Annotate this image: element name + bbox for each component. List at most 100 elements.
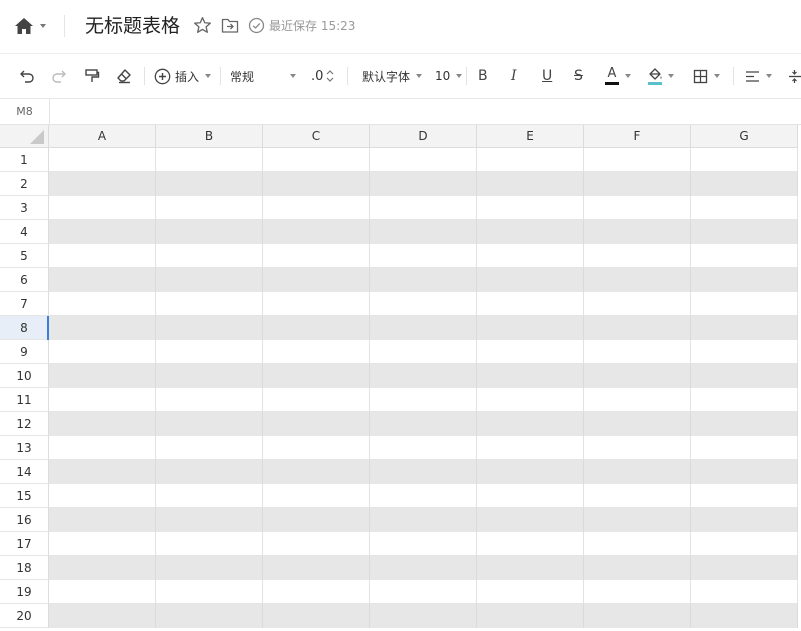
cell-a10[interactable] xyxy=(49,364,156,388)
cell-g19[interactable] xyxy=(691,580,798,604)
cell-g17[interactable] xyxy=(691,532,798,556)
clear-format-button[interactable] xyxy=(116,54,132,98)
cell-d10[interactable] xyxy=(370,364,477,388)
cell-a19[interactable] xyxy=(49,580,156,604)
cell-c9[interactable] xyxy=(263,340,370,364)
cell-b11[interactable] xyxy=(156,388,263,412)
cell-f20[interactable] xyxy=(584,604,691,628)
row-header-7[interactable]: 7 xyxy=(0,292,49,316)
cell-b16[interactable] xyxy=(156,508,263,532)
cell-g4[interactable] xyxy=(691,220,798,244)
row-header-11[interactable]: 11 xyxy=(0,388,49,412)
cell-b5[interactable] xyxy=(156,244,263,268)
cell-b7[interactable] xyxy=(156,292,263,316)
cell-g8[interactable] xyxy=(691,316,798,340)
cell-a15[interactable] xyxy=(49,484,156,508)
font-size-select[interactable]: 10 xyxy=(435,54,463,98)
cell-b9[interactable] xyxy=(156,340,263,364)
cell-c3[interactable] xyxy=(263,196,370,220)
cell-c18[interactable] xyxy=(263,556,370,580)
cell-e7[interactable] xyxy=(477,292,584,316)
cell-d4[interactable] xyxy=(370,220,477,244)
cell-a14[interactable] xyxy=(49,460,156,484)
cell-d2[interactable] xyxy=(370,172,477,196)
cell-e18[interactable] xyxy=(477,556,584,580)
cell-a4[interactable] xyxy=(49,220,156,244)
cell-b6[interactable] xyxy=(156,268,263,292)
document-title[interactable]: 无标题表格 xyxy=(85,13,180,39)
number-format-select[interactable]: 常规 xyxy=(230,54,296,98)
cell-f2[interactable] xyxy=(584,172,691,196)
cell-e4[interactable] xyxy=(477,220,584,244)
cell-d19[interactable] xyxy=(370,580,477,604)
redo-button[interactable] xyxy=(51,54,67,98)
column-header-e[interactable]: E xyxy=(477,125,584,148)
cell-g1[interactable] xyxy=(691,148,798,172)
cell-d8[interactable] xyxy=(370,316,477,340)
cell-b3[interactable] xyxy=(156,196,263,220)
cell-b19[interactable] xyxy=(156,580,263,604)
row-header-17[interactable]: 17 xyxy=(0,532,49,556)
cell-c1[interactable] xyxy=(263,148,370,172)
column-header-a[interactable]: A xyxy=(49,125,156,148)
row-header-14[interactable]: 14 xyxy=(0,460,49,484)
italic-button[interactable]: I xyxy=(511,54,517,98)
cell-c16[interactable] xyxy=(263,508,370,532)
cell-d16[interactable] xyxy=(370,508,477,532)
cell-reference-box[interactable]: M8 xyxy=(0,99,50,124)
row-header-15[interactable]: 15 xyxy=(0,484,49,508)
cell-f11[interactable] xyxy=(584,388,691,412)
cell-c5[interactable] xyxy=(263,244,370,268)
cell-f8[interactable] xyxy=(584,316,691,340)
row-header-18[interactable]: 18 xyxy=(0,556,49,580)
vertical-align-button[interactable] xyxy=(788,54,801,98)
row-header-6[interactable]: 6 xyxy=(0,268,49,292)
row-header-8[interactable]: 8 xyxy=(0,316,49,340)
cell-e1[interactable] xyxy=(477,148,584,172)
row-header-9[interactable]: 9 xyxy=(0,340,49,364)
cell-c10[interactable] xyxy=(263,364,370,388)
cell-a11[interactable] xyxy=(49,388,156,412)
cell-b18[interactable] xyxy=(156,556,263,580)
cell-a20[interactable] xyxy=(49,604,156,628)
font-family-select[interactable]: 默认字体 xyxy=(362,54,423,98)
cell-g13[interactable] xyxy=(691,436,798,460)
column-header-d[interactable]: D xyxy=(370,125,477,148)
cell-d3[interactable] xyxy=(370,196,477,220)
cell-e11[interactable] xyxy=(477,388,584,412)
row-header-2[interactable]: 2 xyxy=(0,172,49,196)
cell-e13[interactable] xyxy=(477,436,584,460)
row-header-13[interactable]: 13 xyxy=(0,436,49,460)
cell-b1[interactable] xyxy=(156,148,263,172)
home-menu-button[interactable] xyxy=(14,14,52,38)
cell-d5[interactable] xyxy=(370,244,477,268)
cell-e2[interactable] xyxy=(477,172,584,196)
cell-f5[interactable] xyxy=(584,244,691,268)
cell-e19[interactable] xyxy=(477,580,584,604)
cell-f19[interactable] xyxy=(584,580,691,604)
cell-e6[interactable] xyxy=(477,268,584,292)
row-header-4[interactable]: 4 xyxy=(0,220,49,244)
move-to-folder-icon[interactable] xyxy=(221,17,239,38)
cell-c20[interactable] xyxy=(263,604,370,628)
cell-b15[interactable] xyxy=(156,484,263,508)
cell-b20[interactable] xyxy=(156,604,263,628)
cell-a16[interactable] xyxy=(49,508,156,532)
row-header-12[interactable]: 12 xyxy=(0,412,49,436)
row-header-19[interactable]: 19 xyxy=(0,580,49,604)
cell-b8[interactable] xyxy=(156,316,263,340)
cell-b13[interactable] xyxy=(156,436,263,460)
row-header-16[interactable]: 16 xyxy=(0,508,49,532)
cell-a1[interactable] xyxy=(49,148,156,172)
cell-g20[interactable] xyxy=(691,604,798,628)
cell-d20[interactable] xyxy=(370,604,477,628)
cell-c15[interactable] xyxy=(263,484,370,508)
strikethrough-button[interactable]: S xyxy=(574,54,583,98)
column-header-f[interactable]: F xyxy=(584,125,691,148)
cell-f9[interactable] xyxy=(584,340,691,364)
cell-e12[interactable] xyxy=(477,412,584,436)
decimal-places-stepper[interactable]: .0 xyxy=(311,54,334,98)
cell-f7[interactable] xyxy=(584,292,691,316)
cell-g6[interactable] xyxy=(691,268,798,292)
cell-e14[interactable] xyxy=(477,460,584,484)
